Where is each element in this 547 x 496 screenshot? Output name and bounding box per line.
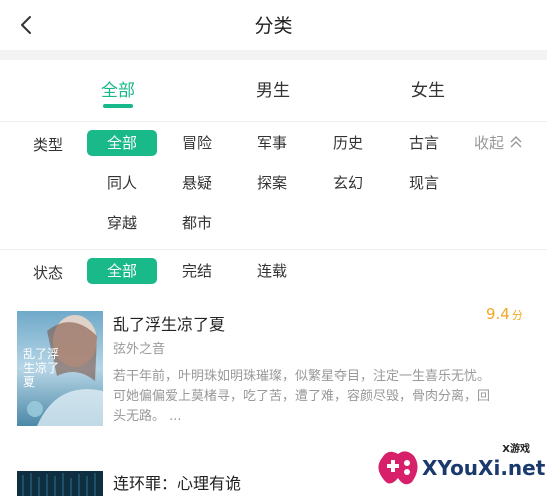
type-chip-all[interactable]: 全部 — [87, 130, 157, 156]
site-watermark: X游戏 XYouXi.net — [376, 438, 546, 492]
type-chip-time-travel[interactable]: 穿越 — [87, 210, 157, 236]
cover-title: 乱了浮生凉了夏 — [23, 347, 60, 389]
book-description: 若干年前，叶明珠如明珠璀璨，似繁星夺目，注定一生喜乐无忧。 可她偏偏爱上莫楮寻，… — [113, 367, 523, 427]
book-cover — [17, 471, 103, 496]
tab-female[interactable]: 女生 — [383, 76, 473, 101]
section-gap — [0, 50, 547, 60]
type-chip-ancient-romance[interactable]: 古言 — [389, 130, 459, 156]
type-chip-adventure[interactable]: 冒险 — [162, 130, 232, 156]
book-score: 9.4 分 — [486, 305, 523, 323]
type-chip-suspense[interactable]: 悬疑 — [162, 170, 232, 196]
book-description-line: 可她偏偏爱上莫楮寻，吃了苦，遭了难，容颜尽毁，骨肉分离，回 — [113, 389, 491, 404]
type-chip-fantasy[interactable]: 玄幻 — [313, 170, 383, 196]
book-title: 乱了浮生凉了夏 — [113, 315, 226, 334]
collapse-button[interactable]: 收起 — [474, 132, 534, 153]
status-filter-label: 状态 — [33, 264, 64, 282]
status-chip-completed[interactable]: 完结 — [162, 258, 232, 284]
divider — [0, 249, 547, 250]
page-title: 分类 — [254, 15, 293, 37]
type-chip-modern-romance[interactable]: 现言 — [389, 170, 459, 196]
tab-all[interactable]: 全部 — [73, 76, 163, 101]
book-description-line: 若干年前，叶明珠如明珠璀璨，似繁星夺目，注定一生喜乐无忧。 — [113, 369, 491, 384]
book-item[interactable]: 乱了浮生凉了夏 乱了浮生凉了夏 9.4 分 弦外之音 若干年前，叶明珠如明珠璀璨，… — [0, 300, 547, 430]
type-chip-urban[interactable]: 都市 — [162, 210, 232, 236]
status-chip-serializing[interactable]: 连载 — [237, 258, 307, 284]
nav-bar: 分类 — [0, 0, 547, 50]
book-author: 弦外之音 — [113, 342, 166, 357]
book-description-line: 头无路。 ... — [113, 409, 182, 424]
score-unit: 分 — [511, 309, 523, 322]
type-chip-detective[interactable]: 探案 — [237, 170, 307, 196]
gamepad-logo-icon — [378, 451, 418, 485]
type-chip-military[interactable]: 军事 — [237, 130, 307, 156]
collapse-label: 收起 — [474, 134, 505, 152]
active-tab-indicator — [103, 104, 133, 108]
score-value: 9.4 — [486, 305, 510, 323]
gender-tabs: 全部 男生 女生 — [0, 60, 547, 120]
watermark-tag: X游戏 — [502, 444, 530, 455]
book-cover: 乱了浮生凉了夏 — [17, 311, 103, 426]
tab-male[interactable]: 男生 — [228, 76, 318, 101]
watermark-text: XYouXi.net — [422, 456, 546, 480]
type-chip-fanfic[interactable]: 同人 — [87, 170, 157, 196]
type-chip-history[interactable]: 历史 — [313, 130, 383, 156]
status-chip-all[interactable]: 全部 — [87, 258, 157, 284]
type-filter-label: 类型 — [33, 136, 64, 154]
book-title: 连环罪：心理有诡 — [113, 474, 242, 493]
chevron-up-double-icon — [510, 136, 522, 148]
divider — [0, 121, 547, 122]
